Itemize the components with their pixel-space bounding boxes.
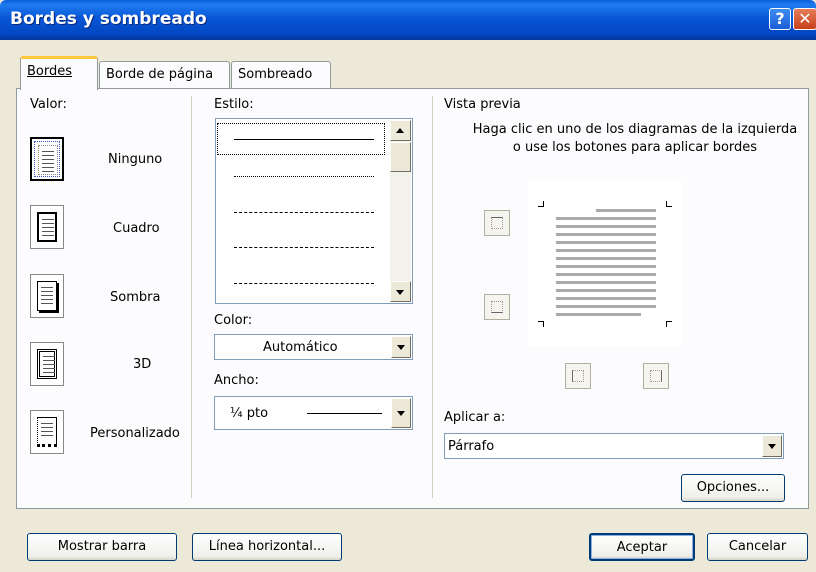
top-border-icon <box>491 217 503 229</box>
apply-to-value: Párrafo <box>448 439 495 454</box>
value-label: Valor: <box>30 97 67 112</box>
color-label: Color: <box>214 313 253 328</box>
style-label: Estilo: <box>214 97 254 112</box>
help-button[interactable]: ? <box>769 8 791 30</box>
3d-border-icon <box>37 349 57 379</box>
style-dotted[interactable] <box>234 176 374 177</box>
arrow-up-icon <box>396 128 404 133</box>
shadow-border-icon <box>37 281 57 311</box>
width-label: Ancho: <box>214 373 259 388</box>
scroll-thumb[interactable] <box>390 142 411 172</box>
tab-sombreado[interactable]: Sombreado <box>231 61 331 88</box>
separator-left <box>191 96 192 498</box>
box-border-icon <box>37 212 57 242</box>
width-dropdown[interactable]: ¼ pto <box>214 396 413 430</box>
preview-diagram[interactable] <box>528 181 683 346</box>
tab-borde-de-pagina-label: Borde de página <box>106 67 214 82</box>
bottom-border-icon <box>491 301 503 313</box>
none-border-icon <box>38 145 58 175</box>
horizontal-line-button[interactable]: Línea horizontal... <box>192 533 342 561</box>
arrow-down-icon <box>396 290 404 295</box>
apply-to-dropdown[interactable]: Párrafo <box>444 433 784 459</box>
setting-shadow-label[interactable]: Sombra <box>110 290 160 305</box>
color-dropdown-arrow[interactable] <box>391 336 411 358</box>
chevron-down-icon <box>397 411 405 416</box>
tab-bordes[interactable]: Bordes <box>20 56 98 90</box>
setting-box-label[interactable]: Cuadro <box>113 221 160 236</box>
left-border-icon <box>572 370 584 382</box>
apply-to-label: Aplicar a: <box>444 410 506 425</box>
close-button[interactable]: ✕ <box>793 8 816 30</box>
width-sample-line <box>307 413 382 414</box>
style-listbox[interactable] <box>215 118 413 304</box>
setting-box-button[interactable] <box>30 205 64 249</box>
color-value: Automático <box>263 340 338 355</box>
setting-none-button[interactable] <box>30 137 64 181</box>
options-button[interactable]: Opciones... <box>681 474 785 502</box>
right-border-icon <box>650 370 662 382</box>
bottom-border-button[interactable] <box>484 294 510 320</box>
style-solid[interactable] <box>234 139 374 140</box>
cancel-button[interactable]: Cancelar <box>707 533 808 561</box>
style-dashed-small[interactable] <box>234 212 374 213</box>
setting-shadow-button[interactable] <box>30 274 64 318</box>
scroll-down-button[interactable] <box>390 281 411 302</box>
chevron-down-icon <box>768 444 776 449</box>
width-dropdown-arrow[interactable] <box>391 398 411 428</box>
preview-hint: Haga clic en uno de los diagramas de la … <box>472 122 798 155</box>
dialog-title: Bordes y sombreado <box>10 9 207 29</box>
tab-bordes-label: Bordes <box>27 64 73 79</box>
top-border-button[interactable] <box>484 210 510 236</box>
setting-custom-button[interactable] <box>30 410 64 454</box>
setting-3d-label[interactable]: 3D <box>133 357 151 372</box>
tab-borde-de-pagina[interactable]: Borde de página <box>99 61 230 88</box>
scroll-up-button[interactable] <box>390 120 411 141</box>
chevron-down-icon <box>397 345 405 350</box>
style-scrollbar[interactable] <box>390 120 411 302</box>
style-dashed[interactable] <box>234 247 374 248</box>
tab-sombreado-label: Sombreado <box>238 67 313 82</box>
setting-custom-label[interactable]: Personalizado <box>90 426 180 441</box>
custom-border-icon <box>37 417 57 447</box>
preview-label: Vista previa <box>444 97 521 112</box>
left-border-button[interactable] <box>565 363 591 389</box>
right-border-button[interactable] <box>643 363 669 389</box>
apply-to-dropdown-arrow[interactable] <box>762 435 782 457</box>
separator-right <box>432 96 433 498</box>
setting-none-label[interactable]: Ninguno <box>108 152 162 167</box>
setting-3d-button[interactable] <box>30 342 64 386</box>
show-toolbar-button[interactable]: Mostrar barra <box>27 533 177 561</box>
dialog-window: Bordes y sombreado ? ✕ Bordes Borde de p… <box>0 0 816 572</box>
color-dropdown[interactable]: Automático <box>214 334 413 360</box>
title-bar[interactable]: Bordes y sombreado ? ✕ <box>0 0 816 40</box>
ok-button[interactable]: Aceptar <box>589 533 695 561</box>
style-dash-dot[interactable] <box>234 283 374 284</box>
width-value: ¼ pto <box>230 406 269 421</box>
